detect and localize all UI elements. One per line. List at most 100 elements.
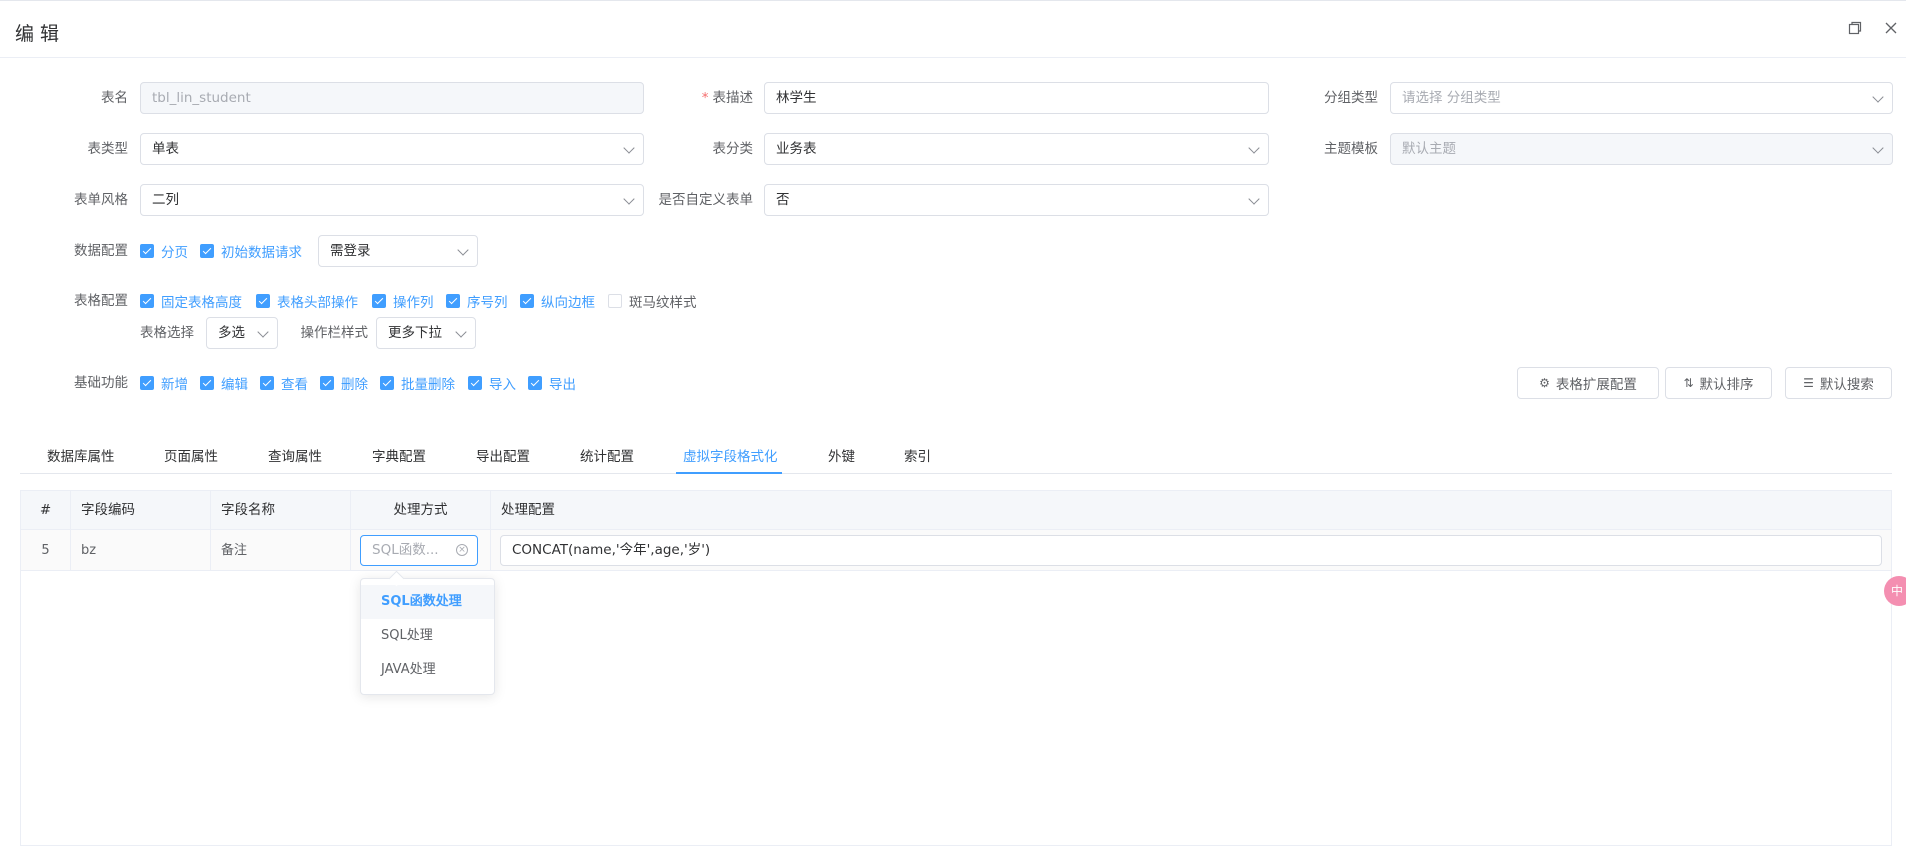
tab-page-attrs[interactable]: 页面属性 <box>164 445 218 469</box>
search-list-icon: ☰ <box>1803 376 1814 390</box>
checkbox-icon <box>520 294 534 308</box>
tab-query-attrs[interactable]: 查询属性 <box>268 445 322 469</box>
checkbox-batch-delete[interactable]: 批量删除 <box>380 373 455 393</box>
group-type-placeholder: 请选择 分组类型 <box>1402 90 1501 106</box>
checkbox-icon <box>140 244 154 258</box>
custom-form-label: 是否自定义表单 <box>658 192 754 208</box>
form-style-label: 表单风格 <box>74 192 128 208</box>
group-type-label: 分组类型 <box>1324 90 1378 106</box>
button-label: 默认搜索 <box>1819 377 1874 393</box>
checkbox-pagination[interactable]: 分页 <box>140 241 188 261</box>
form-style-select[interactable]: 二列 <box>140 184 644 216</box>
checkbox-icon <box>200 244 214 258</box>
chevron-down-icon <box>457 244 469 256</box>
checkbox-vertical-border[interactable]: 纵向边框 <box>520 291 595 311</box>
table-category-label: 表分类 <box>712 141 754 157</box>
checkbox-view[interactable]: 查看 <box>260 373 308 393</box>
checkbox-action-column[interactable]: 操作列 <box>372 291 434 311</box>
form-style-value: 二列 <box>152 192 179 208</box>
tab-export-config[interactable]: 导出配置 <box>476 445 530 469</box>
checkbox-label: 固定表格高度 <box>161 295 242 311</box>
table-category-select[interactable]: 业务表 <box>764 133 1269 165</box>
checkbox-label: 导入 <box>489 377 516 393</box>
dialog-header: 编 辑 <box>0 1 1906 58</box>
tabs-divider <box>20 473 1892 474</box>
table-desc-input[interactable]: 林学生 <box>764 82 1269 114</box>
tab-stats-config[interactable]: 统计配置 <box>580 445 634 469</box>
checkbox-label: 序号列 <box>467 295 508 311</box>
checkbox-export[interactable]: 导出 <box>528 373 576 393</box>
tab-foreign-key[interactable]: 外键 <box>828 445 855 469</box>
group-type-select[interactable]: 请选择 分组类型 <box>1390 82 1893 114</box>
table-category-value: 业务表 <box>776 141 817 157</box>
dialog-title: 编 辑 <box>15 23 60 45</box>
config-input[interactable]: CONCAT(name,'今年',age,'岁') <box>500 535 1882 566</box>
table-ext-config-button[interactable]: ⚙ 表格扩展配置 <box>1517 367 1659 399</box>
button-label: 默认排序 <box>1699 377 1754 393</box>
checkbox-header-actions[interactable]: 表格头部操作 <box>256 291 358 311</box>
custom-form-select[interactable]: 否 <box>764 184 1269 216</box>
checkbox-label: 表格头部操作 <box>277 295 358 311</box>
checkbox-label: 编辑 <box>221 377 248 393</box>
checkbox-icon <box>608 294 622 308</box>
close-icon[interactable] <box>1882 21 1900 39</box>
login-select[interactable]: 需登录 <box>318 235 478 267</box>
checkbox-icon <box>140 294 154 308</box>
clear-icon[interactable]: × <box>456 544 468 556</box>
checkbox-add[interactable]: 新增 <box>140 373 188 393</box>
table-name-label: 表名 <box>101 90 128 106</box>
table-desc-label-text: 表描述 <box>712 90 754 106</box>
chevron-down-icon <box>1248 142 1260 154</box>
checkbox-label: 初始数据请求 <box>221 245 302 261</box>
button-label: 表格扩展配置 <box>1555 377 1637 393</box>
chevron-down-icon <box>1872 91 1884 103</box>
checkbox-edit[interactable]: 编辑 <box>200 373 248 393</box>
table-select-label: 表格选择 <box>140 325 194 341</box>
checkbox-stripe[interactable]: 斑马纹样式 <box>608 291 697 311</box>
virtual-field-table: # 字段编码 字段名称 处理方式 处理配置 5 bz 备注 SQL函数... ×… <box>20 490 1892 846</box>
chevron-down-icon <box>455 326 467 338</box>
checkbox-label: 导出 <box>549 377 576 393</box>
checkbox-icon <box>446 294 460 308</box>
restore-icon[interactable] <box>1846 21 1864 39</box>
checkbox-icon <box>256 294 270 308</box>
tab-index[interactable]: 索引 <box>904 445 931 469</box>
chevron-down-icon <box>1248 193 1260 205</box>
checkbox-fixed-height[interactable]: 固定表格高度 <box>140 291 242 311</box>
checkbox-initial-request[interactable]: 初始数据请求 <box>200 241 302 261</box>
checkbox-icon <box>200 376 214 390</box>
option-java[interactable]: JAVA处理 <box>361 653 494 687</box>
chevron-down-icon <box>1872 142 1884 154</box>
action-style-value: 更多下拉 <box>388 325 442 341</box>
checkbox-label: 斑马纹样式 <box>629 295 697 311</box>
gear-icon: ⚙ <box>1539 376 1550 390</box>
chevron-down-icon <box>257 326 269 338</box>
checkbox-delete[interactable]: 删除 <box>320 373 368 393</box>
tab-dict-config[interactable]: 字典配置 <box>372 445 426 469</box>
tab-virtual-field-format[interactable]: 虚拟字段格式化 <box>683 445 778 469</box>
checkbox-label: 新增 <box>161 377 188 393</box>
default-search-button[interactable]: ☰ 默认搜索 <box>1785 367 1892 399</box>
action-style-dropdown[interactable]: 更多下拉 <box>376 317 476 349</box>
table-select-dropdown[interactable]: 多选 <box>206 317 278 349</box>
table-type-select[interactable]: 单表 <box>140 133 644 165</box>
table-header-name: 字段名称 <box>211 491 351 530</box>
default-sort-button[interactable]: ⇅ 默认排序 <box>1665 367 1772 399</box>
checkbox-index-column[interactable]: 序号列 <box>446 291 508 311</box>
table-header-index: # <box>21 491 71 530</box>
basic-functions-label: 基础功能 <box>74 375 128 391</box>
method-select[interactable]: SQL函数... × <box>360 535 478 566</box>
checkbox-icon <box>468 376 482 390</box>
table-select-value: 多选 <box>218 325 245 341</box>
table-cell-config: CONCAT(name,'今年',age,'岁') <box>491 530 1891 571</box>
tab-database-attrs[interactable]: 数据库属性 <box>47 445 115 469</box>
table-header-method: 处理方式 <box>351 491 491 530</box>
floating-ime-badge[interactable]: 中 <box>1884 576 1906 606</box>
action-style-label: 操作栏样式 <box>300 325 369 341</box>
option-sql-function[interactable]: SQL函数处理 <box>361 585 494 619</box>
theme-template-value: 默认主题 <box>1402 141 1456 157</box>
checkbox-import[interactable]: 导入 <box>468 373 516 393</box>
table-cell-index: 5 <box>21 530 71 571</box>
table-name-input[interactable]: tbl_lin_student <box>140 82 644 114</box>
option-sql[interactable]: SQL处理 <box>361 619 494 653</box>
